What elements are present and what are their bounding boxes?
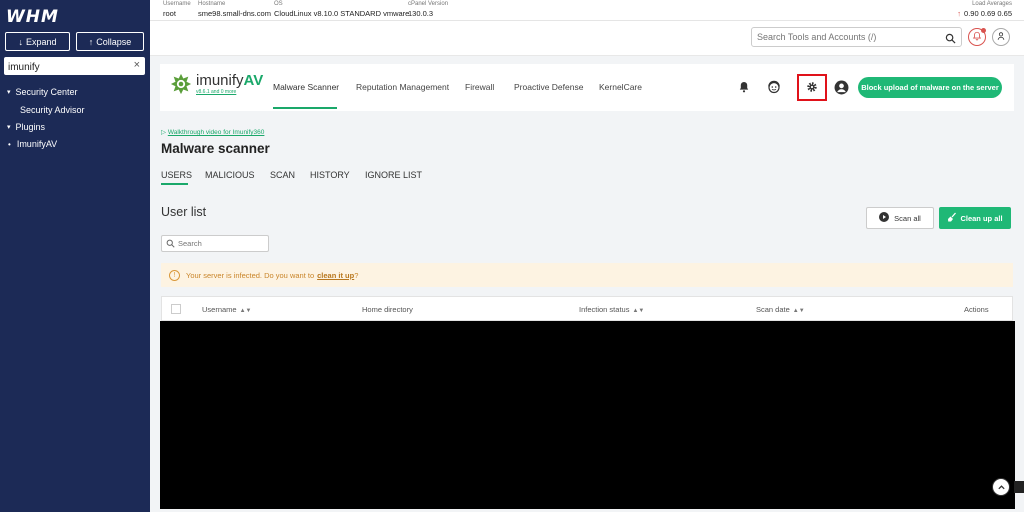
column-actions: Actions <box>964 305 989 314</box>
tab-scan[interactable]: SCAN <box>270 170 295 180</box>
version-link[interactable]: v8.6.1 and 0 more <box>196 89 263 96</box>
user-search-input[interactable] <box>175 239 265 248</box>
tab-firewall[interactable]: Firewall <box>465 82 494 92</box>
sidebar-search: × <box>4 57 145 77</box>
tab-ignore-list[interactable]: IGNORE LIST <box>365 170 422 180</box>
imunify-navbar: imunifyAV v8.6.1 and 0 more Malware Scan… <box>160 64 1014 111</box>
load-averages: Load Averages ↑ 0.90 0.69 0.65 <box>957 1 1012 18</box>
redacted-table-body <box>160 321 1015 509</box>
bullet-icon: • <box>8 139 11 149</box>
arrow-down-icon: ↓ <box>18 36 23 47</box>
imunify-star-icon <box>170 73 192 100</box>
chevron-down-icon: ▾ <box>7 124 11 131</box>
clean-it-up-link[interactable]: clean it up <box>317 271 354 280</box>
user-menu-button[interactable] <box>992 28 1010 46</box>
play-icon: ▷ <box>161 129 168 136</box>
sidebar-item-plugins[interactable]: ▾ Plugins <box>7 122 45 132</box>
scan-all-button[interactable]: Scan all <box>866 207 934 229</box>
sidebar: WHM ↓ Expand ↑ Collapse × ▾ Security Cen… <box>0 0 150 512</box>
sort-icon: ▲▼ <box>632 308 645 314</box>
support-icon[interactable] <box>766 79 782 95</box>
tab-reputation-management[interactable]: Reputation Management <box>356 82 449 92</box>
tab-malware-scanner[interactable]: Malware Scanner <box>273 82 339 92</box>
sidebar-search-input[interactable] <box>4 58 124 77</box>
active-subtab-indicator <box>161 183 188 185</box>
select-all-checkbox[interactable] <box>171 304 181 314</box>
infection-warning: ! Your server is infected. Do you want t… <box>161 263 1013 287</box>
cpanel-version-info: cPanel Version 130.0.3 <box>408 1 449 18</box>
account-icon[interactable] <box>833 79 849 95</box>
whm-logo[interactable]: WHM <box>6 7 59 27</box>
arrow-up-icon: ↑ <box>957 9 962 18</box>
column-home-directory: Home directory <box>362 305 413 314</box>
tab-kernelcare[interactable]: KernelCare <box>599 82 642 92</box>
notifications-button[interactable] <box>968 28 986 46</box>
section-title: User list <box>161 205 207 219</box>
clean-up-all-button[interactable]: Clean up all <box>939 207 1011 229</box>
column-infection-status[interactable]: Infection status ▲▼ <box>579 305 644 314</box>
tab-users[interactable]: USERS <box>161 170 192 180</box>
sort-icon: ▲▼ <box>792 308 805 314</box>
search-icon <box>166 239 175 248</box>
page-title: Malware scanner <box>161 141 270 156</box>
expand-button[interactable]: ↓ Expand <box>5 32 70 51</box>
tab-proactive-defense[interactable]: Proactive Defense <box>514 82 583 92</box>
clear-icon[interactable]: × <box>134 59 140 71</box>
play-circle-icon <box>879 212 890 224</box>
chevron-up-icon[interactable] <box>992 478 1010 496</box>
tab-history[interactable]: HISTORY <box>310 170 350 180</box>
sidebar-item-security-center[interactable]: ▾ Security Center <box>7 87 78 97</box>
sidebar-item-imunifyav[interactable]: • ImunifyAV <box>8 139 57 149</box>
notification-dot <box>981 28 986 33</box>
chevron-down-icon: ▾ <box>7 89 11 96</box>
imunify-logo[interactable]: imunifyAV v8.6.1 and 0 more <box>170 73 263 100</box>
tools-search-input[interactable] <box>752 32 942 42</box>
search-icon[interactable] <box>945 31 956 49</box>
info-icon: ! <box>169 269 180 281</box>
username-info: Username root <box>163 1 191 18</box>
broom-icon <box>947 212 957 224</box>
collapse-button[interactable]: ↑ Collapse <box>76 32 144 51</box>
walkthrough-link[interactable]: ▷ Walkthrough video for Imunify360 <box>161 128 264 136</box>
sidebar-item-security-advisor[interactable]: Security Advisor <box>20 105 85 115</box>
tools-search <box>751 27 962 47</box>
os-info: OS CloudLinux v8.10.0 STANDARD vmware <box>274 1 410 18</box>
sort-icon: ▲▼ <box>239 308 252 314</box>
user-icon <box>996 28 1006 46</box>
server-info-bar: Username root Hostname sme98.small-dns.c… <box>150 0 1024 21</box>
active-tab-indicator <box>273 107 337 109</box>
arrow-up-icon: ↑ <box>88 36 94 47</box>
expand-icon[interactable] <box>1014 481 1024 493</box>
column-scan-date[interactable]: Scan date ▲▼ <box>756 305 805 314</box>
tab-malicious[interactable]: MALICIOUS <box>205 170 255 180</box>
hostname-info: Hostname sme98.small-dns.com <box>198 1 271 18</box>
bell-icon[interactable] <box>736 79 752 95</box>
block-upload-button[interactable]: Block upload of malware on the server <box>858 77 1002 98</box>
users-table-header: Username ▲▼ Home directory Infection stat… <box>161 296 1013 321</box>
user-search <box>161 235 269 252</box>
whm-header <box>150 21 1024 56</box>
settings-highlight-box <box>797 74 827 101</box>
column-username[interactable]: Username ▲▼ <box>202 305 252 314</box>
